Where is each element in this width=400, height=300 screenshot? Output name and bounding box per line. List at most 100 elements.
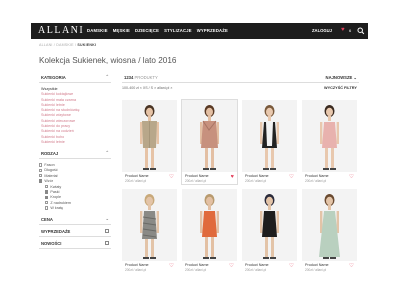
- product-name[interactable]: Product Name: [125, 174, 149, 178]
- checkbox[interactable]: [39, 174, 43, 178]
- chevron-down-icon: ⌄: [105, 215, 109, 221]
- nav-item-women[interactable]: DAMSKIE: [87, 28, 108, 33]
- type-header[interactable]: RODZAJ ⌃: [39, 149, 111, 160]
- checkbox[interactable]: [45, 206, 49, 210]
- product-card[interactable]: Product Name 200zł / allani.pl ♡: [242, 100, 297, 184]
- active-filters[interactable]: 100-400 zł × XS / S × allani.pl ×: [122, 86, 172, 90]
- type-title: RODZAJ: [41, 151, 59, 157]
- category-item[interactable]: Sukienki letnie: [39, 140, 111, 145]
- checkbox-label: Z nadrukiem: [50, 200, 71, 205]
- product-price: 200zł / allani.pl: [305, 267, 327, 272]
- checkbox[interactable]: [39, 168, 43, 173]
- product-price: 200zł / allani.pl: [185, 178, 207, 183]
- product-image[interactable]: [242, 189, 297, 261]
- product-card[interactable]: Product Name 200zł / allani.pl ♡: [122, 189, 177, 273]
- checkbox[interactable]: [39, 179, 43, 183]
- heart-filled-icon[interactable]: ♥: [231, 174, 234, 180]
- product-image[interactable]: [302, 189, 357, 261]
- product-price: 200zł / allani.pl: [245, 267, 267, 272]
- product-name[interactable]: Product Name: [245, 263, 269, 267]
- product-price: 200zł / allani.pl: [245, 178, 267, 183]
- product-image[interactable]: [122, 189, 177, 261]
- product-image[interactable]: [182, 189, 237, 261]
- results-label: PRODUKTY: [134, 75, 158, 80]
- product-price: 200zł / allani.pl: [125, 267, 147, 272]
- breadcrumb: ALLANI / DAMSKIE / SUKIENKI: [39, 43, 97, 47]
- checkbox-label: Kwiaty: [50, 184, 62, 189]
- category-header[interactable]: KATEGORIA ⌃: [39, 73, 111, 83]
- heart-outline-icon[interactable]: ♡: [229, 263, 234, 269]
- heart-outline-icon[interactable]: ♡: [349, 263, 354, 269]
- filter-sidebar: KATEGORIA ⌃ Wszystkie Sukienki koktajlowe…: [39, 73, 111, 249]
- product-name[interactable]: Product Name: [305, 174, 329, 178]
- results-toolbar: 1234 PRODUKTY NAJNOWSZE ⌄: [122, 73, 359, 83]
- pattern-filter-item[interactable]: W kratę: [45, 205, 111, 210]
- checkbox[interactable]: [45, 201, 49, 205]
- nav-item-men[interactable]: MĘSKIE: [113, 28, 130, 33]
- chevron-up-icon: ⌃: [105, 74, 109, 79]
- heart-outline-icon[interactable]: ♡: [169, 263, 174, 269]
- checkbox-label: Paski: [50, 189, 60, 194]
- checkbox[interactable]: [39, 163, 43, 167]
- product-name[interactable]: Product Name: [245, 174, 269, 178]
- product-card[interactable]: Product Name 200zł / allani.pl ♡: [302, 100, 357, 184]
- nav-item-kids[interactable]: DZIECIĘCE: [135, 28, 159, 33]
- brand-logo[interactable]: ALLANI: [38, 25, 84, 36]
- favorites-heart-icon[interactable]: ♥: [341, 26, 345, 34]
- product-card[interactable]: Product Name 200zł / allani.pl ♡: [242, 189, 297, 273]
- sale-header[interactable]: WYPRZEDAŻE: [39, 227, 111, 237]
- results-number: 1234: [124, 75, 134, 80]
- sort-dropdown[interactable]: NAJNOWSZE ⌄: [326, 75, 357, 80]
- login-link[interactable]: ZALOGUJ: [312, 28, 332, 33]
- new-title: NOWOŚCI: [41, 240, 62, 246]
- product-image[interactable]: [302, 100, 357, 172]
- product-price: 200zł / allani.pl: [305, 178, 327, 183]
- product-card[interactable]: Product Name 200zł / allani.pl ♡: [122, 100, 177, 184]
- checkbox[interactable]: [45, 195, 49, 199]
- clear-filters-button[interactable]: WYCZYŚĆ FILTRY: [324, 86, 357, 90]
- results-count: 1234 PRODUKTY: [124, 75, 158, 80]
- breadcrumb-women[interactable]: DAMSKIE: [56, 43, 74, 47]
- heart-outline-icon[interactable]: ♡: [169, 174, 174, 180]
- checkbox-label: Materiał: [44, 173, 58, 178]
- heart-outline-icon[interactable]: ♡: [289, 263, 294, 269]
- product-image[interactable]: [242, 100, 297, 172]
- product-image[interactable]: [122, 100, 177, 172]
- product-image[interactable]: [182, 100, 237, 172]
- checkbox[interactable]: [45, 184, 49, 189]
- price-header[interactable]: CENA ⌄: [39, 215, 111, 225]
- checkbox[interactable]: [45, 190, 49, 194]
- checkbox-label: Wzór: [44, 179, 53, 184]
- breadcrumb-home[interactable]: ALLANI: [39, 43, 53, 47]
- breadcrumb-current: SUKIENKI: [77, 43, 97, 47]
- checkbox-label: Długość: [44, 168, 58, 173]
- pattern-filter-list: Kwiaty Paski Krople Z nadrukiem W kratę: [39, 184, 111, 211]
- chevron-up-icon: ⌃: [105, 150, 109, 156]
- product-name[interactable]: Product Name: [125, 263, 149, 267]
- new-header[interactable]: NOWOŚCI: [39, 239, 111, 249]
- checkbox-label: Fason: [44, 162, 55, 167]
- product-price: 200zł / allani.pl: [125, 178, 147, 183]
- category-title: KATEGORIA: [41, 75, 66, 80]
- product-card[interactable]: Product Name 200zł / allani.pl ♥: [181, 99, 238, 185]
- product-card[interactable]: Product Name 200zł / allani.pl ♡: [182, 189, 237, 273]
- type-filter-list: Fason Długość Materiał Wzór: [39, 162, 111, 184]
- product-card[interactable]: Product Name 200zł / allani.pl ♡: [302, 189, 357, 273]
- page-title: Kolekcja Sukienek, wiosna / lato 2016: [39, 56, 177, 65]
- checkbox-label: Krople: [50, 195, 62, 200]
- sale-checkbox[interactable]: [105, 229, 109, 234]
- product-name[interactable]: Product Name: [305, 263, 329, 267]
- new-checkbox[interactable]: [105, 241, 109, 246]
- category-list: Wszystkie Sukienki koktajlowe Sukienki mał…: [39, 87, 111, 145]
- heart-outline-icon[interactable]: ♡: [349, 174, 354, 180]
- favorites-count: 6: [349, 28, 352, 33]
- top-navigation: ALLANI DAMSKIE MĘSKIE DZIECIĘCE STYLIZAC…: [31, 23, 368, 39]
- nav-item-styling[interactable]: STYLIZACJE: [164, 28, 192, 33]
- nav-item-sale[interactable]: WYPRZEDAŻE: [197, 28, 228, 33]
- product-name[interactable]: Product Name: [185, 263, 209, 267]
- product-name[interactable]: Product Name: [185, 174, 209, 178]
- search-icon[interactable]: [357, 27, 365, 35]
- heart-outline-icon[interactable]: ♡: [289, 174, 294, 180]
- price-title: CENA: [41, 216, 53, 222]
- product-price: 200zł / allani.pl: [185, 267, 207, 272]
